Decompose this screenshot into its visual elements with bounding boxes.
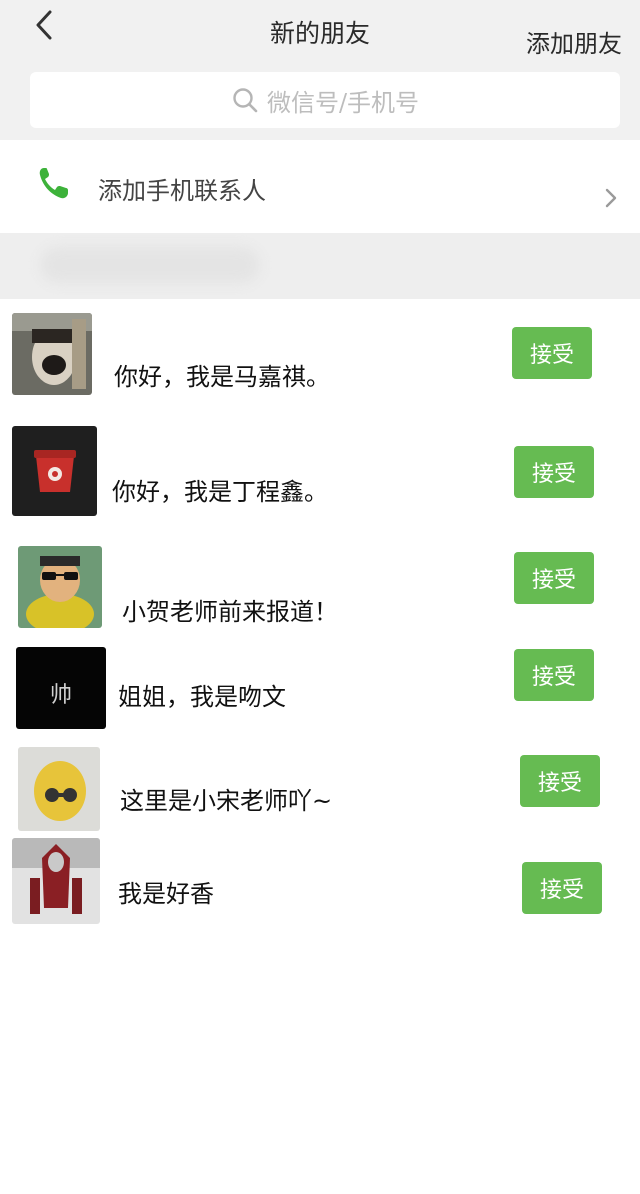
request-message: 小贺老师前来报道！ bbox=[122, 598, 338, 626]
avatar[interactable] bbox=[18, 747, 100, 831]
request-message: 你好，我是丁程鑫。 bbox=[112, 478, 328, 506]
avatar[interactable] bbox=[12, 426, 97, 516]
add-phone-contacts-row[interactable]: 添加手机联系人 bbox=[0, 145, 640, 233]
top-bar: 新的朋友 添加朋友 微信号/手机号 bbox=[0, 0, 640, 140]
add-friend-link[interactable]: 添加朋友 bbox=[526, 24, 622, 59]
section-separator bbox=[0, 233, 640, 299]
search-input[interactable]: 微信号/手机号 bbox=[30, 72, 620, 128]
list-item: 你好，我是马嘉祺。 接受 bbox=[0, 305, 640, 405]
avatar-image bbox=[12, 426, 97, 516]
accept-button[interactable]: 接受 bbox=[514, 446, 594, 498]
avatar[interactable] bbox=[12, 313, 92, 395]
avatar-image bbox=[12, 838, 100, 924]
chevron-right-icon bbox=[605, 188, 617, 208]
search-icon bbox=[233, 88, 258, 113]
request-message: 这里是小宋老师吖~ bbox=[120, 787, 333, 815]
avatar-text: 帅 bbox=[50, 683, 72, 708]
avatar-image: 帅 bbox=[16, 647, 106, 729]
accept-button[interactable]: 接受 bbox=[512, 327, 592, 379]
list-item: 我是好香 接受 bbox=[0, 838, 640, 938]
avatar[interactable] bbox=[12, 838, 100, 924]
request-message: 我是好香 bbox=[118, 880, 214, 908]
request-message: 姐姐，我是吻文 bbox=[118, 683, 286, 711]
avatar[interactable]: 帅 bbox=[16, 647, 106, 729]
list-item: 你好，我是丁程鑫。 接受 bbox=[0, 420, 640, 520]
list-item: 小贺老师前来报道！ 接受 bbox=[0, 540, 640, 640]
search-placeholder: 微信号/手机号 bbox=[266, 88, 420, 117]
avatar[interactable] bbox=[18, 546, 102, 628]
add-phone-contacts-label: 添加手机联系人 bbox=[98, 177, 266, 205]
avatar-image bbox=[18, 747, 100, 831]
blurred-section-label bbox=[40, 247, 260, 283]
accept-button[interactable]: 接受 bbox=[520, 755, 600, 807]
list-item: 这里是小宋老师吖~ 接受 bbox=[0, 745, 640, 845]
list-item: 帅 姐姐，我是吻文 接受 bbox=[0, 645, 640, 745]
accept-button[interactable]: 接受 bbox=[522, 862, 602, 914]
phone-icon bbox=[39, 168, 68, 199]
avatar-image bbox=[12, 313, 92, 395]
request-message: 你好，我是马嘉祺。 bbox=[114, 363, 330, 391]
avatar-image bbox=[18, 546, 102, 628]
accept-button[interactable]: 接受 bbox=[514, 649, 594, 701]
accept-button[interactable]: 接受 bbox=[514, 552, 594, 604]
